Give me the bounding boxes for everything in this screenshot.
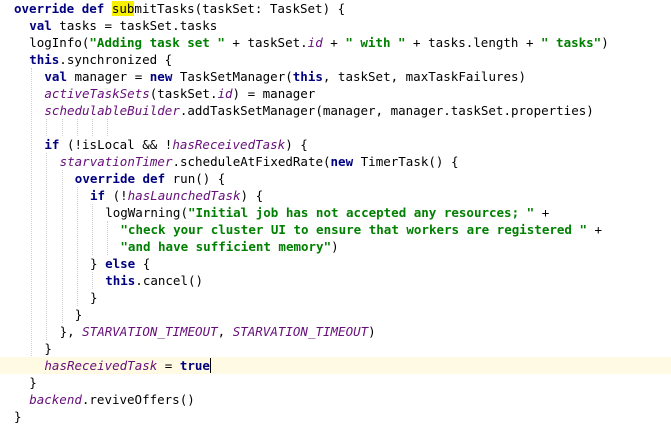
code-token: tasks = taskSet.tasks	[59, 18, 218, 33]
code-token: sub	[111, 1, 135, 16]
code-token: {	[142, 256, 151, 271]
code-token: " with "	[345, 35, 406, 50]
code-token: override def	[74, 171, 173, 186]
code-line[interactable]: }	[0, 374, 671, 391]
code-token: starvationTimer	[59, 154, 173, 169]
code-token: hasLaunchedTask	[127, 188, 241, 203]
code-token: hasReceivedTask	[172, 137, 286, 152]
code-line[interactable]: this.synchronized {	[0, 51, 671, 68]
code-token: TaskSetManager(	[179, 69, 293, 84]
code-token: new	[330, 154, 361, 169]
code-token: schedulableBuilder	[44, 103, 180, 118]
code-line[interactable]: val manager = new TaskSetManager(this, t…	[0, 68, 671, 85]
code-token: ,	[217, 324, 233, 339]
code-token: if	[90, 188, 113, 203]
code-token: hasReceivedTask	[44, 358, 158, 373]
code-token: " tasks"	[541, 35, 602, 50]
code-token: STARVATION_TIMEOUT	[82, 324, 218, 339]
code-line[interactable]: }	[0, 408, 671, 425]
code-line[interactable]: }	[0, 306, 671, 323]
code-token: .scheduleAtFixedRate(	[172, 154, 331, 169]
code-token: TimerTask() {	[360, 154, 459, 169]
code-token: + tasks.length +	[405, 35, 541, 50]
code-token: + taskSet.	[224, 35, 308, 50]
code-line[interactable]: hasReceivedTask = true	[0, 357, 671, 374]
code-token: "and have sufficient memory"	[120, 239, 332, 254]
code-token: .synchronized {	[59, 52, 173, 67]
code-token: mitTasks(taskSet: TaskSet) {	[134, 1, 346, 16]
code-token: this	[29, 52, 60, 67]
code-token: ) = manager	[232, 86, 316, 101]
code-line[interactable]: val tasks = taskSet.tasks	[0, 17, 671, 34]
code-token: +	[534, 205, 550, 220]
code-token: STARVATION_TIMEOUT	[232, 324, 369, 339]
code-token: =	[157, 358, 180, 373]
code-line[interactable]: }	[0, 340, 671, 357]
code-token: },	[59, 324, 83, 339]
code-token: manager =	[74, 69, 150, 84]
code-token: run() {	[172, 171, 226, 186]
code-token: logWarning(	[105, 205, 188, 220]
code-token: }	[90, 256, 106, 271]
code-line[interactable]: "and have sufficient memory")	[0, 238, 671, 255]
code-line[interactable]: this.cancel()	[0, 272, 671, 289]
code-token: .cancel()	[135, 273, 204, 288]
code-editor[interactable]: override def submitTasks(taskSet: TaskSe…	[0, 0, 671, 429]
code-token: }	[90, 290, 98, 305]
code-token: val	[44, 69, 75, 84]
code-line[interactable]: if (!hasLaunchedTask) {	[0, 187, 671, 204]
code-token: else	[105, 256, 143, 271]
code-line[interactable]: override def run() {	[0, 170, 671, 187]
code-token: if	[44, 137, 67, 152]
code-token: val	[29, 18, 60, 33]
code-token: )	[331, 239, 339, 254]
code-token: backend	[29, 392, 82, 407]
code-token: .addTaskSetManager(manager, manager.task…	[179, 103, 594, 118]
code-token: (taskSet.	[149, 86, 218, 101]
code-token: .reviveOffers()	[81, 392, 195, 407]
code-token: (!isLocal && !	[66, 137, 173, 152]
code-token: id	[307, 35, 323, 50]
text-caret	[209, 358, 211, 373]
code-token: ) {	[240, 188, 264, 203]
code-token: )	[601, 35, 609, 50]
code-token: }	[14, 409, 22, 424]
code-line[interactable]: starvationTimer.scheduleAtFixedRate(new …	[0, 153, 671, 170]
code-line[interactable]	[0, 119, 671, 136]
code-token: , taskSet, maxTaskFailures)	[322, 69, 527, 84]
code-line[interactable]: "check your cluster UI to ensure that wo…	[0, 221, 671, 238]
code-token: }	[74, 307, 83, 322]
code-line[interactable]: logInfo("Adding task set " + taskSet.id …	[0, 34, 671, 51]
code-token: "check your cluster UI to ensure that wo…	[120, 222, 587, 237]
code-token: override def	[14, 1, 112, 16]
code-token: +	[586, 222, 603, 237]
code-line[interactable]: activeTaskSets(taskSet.id) = manager	[0, 85, 671, 102]
code-token: id	[217, 86, 233, 101]
code-token: new	[149, 69, 180, 84]
code-token: }	[29, 375, 37, 390]
code-token: (!	[112, 188, 128, 203]
code-token: true	[179, 358, 210, 373]
code-line[interactable]: override def submitTasks(taskSet: TaskSe…	[0, 0, 671, 17]
code-token: +	[322, 35, 346, 50]
code-line[interactable]: }, STARVATION_TIMEOUT, STARVATION_TIMEOU…	[0, 323, 671, 340]
code-line[interactable]: backend.reviveOffers()	[0, 391, 671, 408]
code-token: }	[44, 341, 52, 356]
code-token: activeTaskSets	[44, 86, 150, 101]
code-token: "Adding task set "	[89, 35, 225, 50]
code-line[interactable]: logWarning("Initial job has not accepted…	[0, 204, 671, 221]
code-line[interactable]: } else {	[0, 255, 671, 272]
code-token: this	[105, 273, 136, 288]
code-token: logInfo(	[29, 35, 90, 50]
code-token: "Initial job has not accepted any resour…	[187, 205, 535, 220]
code-token: )	[368, 324, 376, 339]
code-line[interactable]: }	[0, 289, 671, 306]
code-token: ) {	[285, 137, 308, 152]
code-line[interactable]: schedulableBuilder.addTaskSetManager(man…	[0, 102, 671, 119]
code-token: this	[292, 69, 323, 84]
code-line[interactable]: if (!isLocal && !hasReceivedTask) {	[0, 136, 671, 153]
